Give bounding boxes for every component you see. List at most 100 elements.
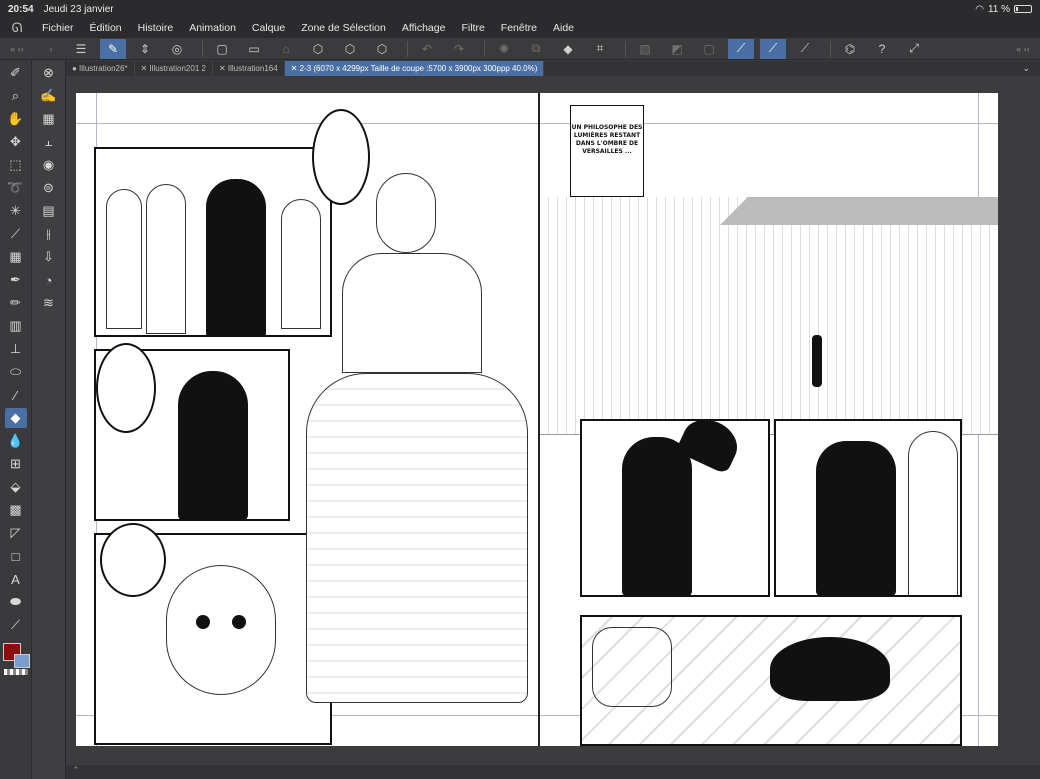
panel-hat-on-floor[interactable] [580,615,962,746]
panel-crowd[interactable] [94,147,332,337]
expand-icon[interactable]: ⌃ [72,765,80,775]
search-icon[interactable]: ⊜ [38,178,60,198]
fill-icon[interactable]: ◆ [555,39,581,59]
pen-icon[interactable]: ✒ [5,270,27,290]
fill-bucket-icon[interactable]: ⊥ [5,339,27,359]
narration-caption[interactable]: UN PHILOSOPHE DES LUMIÈRES RESTANT DANS … [570,105,644,197]
menu-icon[interactable]: ☰ [68,39,94,59]
redo-icon[interactable]: ↷ [446,39,472,59]
collapse-left-2-icon[interactable]: › [34,44,68,54]
hat-icon[interactable]: ⌬ [837,39,863,59]
sub-palette: ⊗ ✍ ▦ ⫠ ◉ ⊜ ▤ ⫲ ⇩ ◔ ≋ [32,60,66,779]
speech-bubble[interactable] [312,109,370,205]
material-icon[interactable]: ▤ [38,201,60,221]
tab-illustration26[interactable]: ● Illustration26* [66,61,135,76]
panel-waving[interactable] [580,419,770,597]
tab-illustration164[interactable]: ✕ Illustration164 [213,61,285,76]
hide-icon[interactable]: ▨ [632,39,658,59]
menu-calque[interactable]: Calque [244,22,293,34]
menu-fenetre[interactable]: Fenêtre [493,22,545,34]
save-icon[interactable]: ⌂ [273,39,299,59]
menu-edition[interactable]: Édition [82,22,130,34]
collapse-right-icon[interactable]: « ‹‹ [1006,44,1040,54]
drops-icon[interactable]: ◔ [38,270,60,290]
export-1-icon[interactable]: ⬡ [305,39,331,59]
airbrush-icon[interactable]: ▥ [5,316,27,336]
tab-illustration2012[interactable]: ✕ Illustration201 2 [135,61,213,76]
edit-pen-icon[interactable]: ✍ [38,86,60,106]
layer-prop-icon[interactable]: ◉ [38,155,60,175]
new-file-icon[interactable]: ▢ [209,39,235,59]
hand-icon[interactable]: ✋ [5,109,27,129]
transform-icon[interactable]: ⧉ [523,39,549,59]
ruler-snap-3-icon[interactable]: ⟋ [792,39,818,59]
menu-histoire[interactable]: Histoire [130,22,182,34]
undo-icon[interactable]: ↶ [414,39,440,59]
balloon-icon[interactable]: ⬬ [5,592,27,612]
menu-filtre[interactable]: Filtre [453,22,492,34]
canvas-workspace[interactable]: UN PHILOSOPHE DES LUMIÈRES RESTANT DANS … [66,76,1040,779]
shape-icon[interactable]: ◸ [5,523,27,543]
chevron-down-icon[interactable]: ⌄ [1022,63,1030,74]
menu-animation[interactable]: Animation [181,22,244,34]
magic-wand-icon[interactable]: ✳ [5,201,27,221]
paint-bucket-icon[interactable]: ⬙ [5,477,27,497]
line-icon[interactable]: ⟋ [5,615,27,635]
grid-icon[interactable]: ▦ [38,109,60,129]
crop-icon[interactable]: ⌗ [587,39,613,59]
help-icon[interactable]: ? [869,39,895,59]
frame-icon[interactable]: ⊞ [5,454,27,474]
speech-bubble[interactable] [96,343,156,433]
eraser-icon[interactable]: ⬭ [5,362,27,382]
navigator-icon[interactable]: ⊗ [38,63,60,83]
updown-icon[interactable]: ⇕ [132,39,158,59]
water-drops-icon[interactable]: 💧 [5,431,27,451]
separator [407,40,408,57]
adjust-icon[interactable]: ⫠ [38,132,60,152]
gradient-icon[interactable]: ▩ [5,500,27,520]
move-icon[interactable]: ✥ [5,132,27,152]
ruler-snap-2-icon[interactable]: ⟋ [760,38,786,59]
zoom-icon[interactable]: ⌕ [5,86,27,106]
snap-icon[interactable]: ✎ [100,38,126,59]
open-folder-icon[interactable]: ▭ [241,39,267,59]
eye [232,615,246,629]
sub-color-swatch[interactable] [14,654,30,668]
tone-icon[interactable]: ⫲ [38,224,60,244]
brush-icon[interactable]: ✐ [5,63,27,83]
loading-icon[interactable]: ✺ [491,39,517,59]
separator [830,40,831,57]
upload-icon[interactable]: ⇩ [38,247,60,267]
menu-zone-selection[interactable]: Zone de Sélection [293,22,394,34]
eyedropper-icon[interactable]: ⟋ [5,224,27,244]
layers-compare-icon[interactable]: ◎ [164,39,190,59]
guide-line [76,123,998,124]
export-3-icon[interactable]: ⬡ [369,39,395,59]
lasso-icon[interactable]: ➰ [5,178,27,198]
app-logo-icon[interactable]: ᘏ [0,20,34,36]
tone-icon[interactable]: ◩ [664,39,690,59]
ruler-snap-1-icon[interactable]: ⟋ [728,38,754,59]
fullscreen-icon[interactable]: ⤢ [901,39,927,59]
pattern-icon[interactable]: ▦ [5,247,27,267]
tab-2-3[interactable]: ✕ 2-3 (6070 x 4299px Taille de coupe :57… [284,61,545,76]
blend-icon[interactable]: ⁄ [5,385,27,405]
speech-bubble[interactable] [100,523,166,597]
panel-bowing[interactable] [774,419,962,597]
silhouette-figure [206,179,266,335]
layers-icon[interactable]: ≋ [38,293,60,313]
export-2-icon[interactable]: ⬡ [337,39,363,59]
text-icon[interactable]: A [5,569,27,589]
collapse-left-icon[interactable]: « ‹‹ [0,44,34,54]
menu-aide[interactable]: Aide [545,22,582,34]
manga-spread[interactable]: UN PHILOSOPHE DES LUMIÈRES RESTANT DANS … [76,93,998,746]
menu-fichier[interactable]: Fichier [34,22,82,34]
marquee-icon[interactable]: ⬚ [5,155,27,175]
pencil-icon[interactable]: ✏ [5,293,27,313]
menu-affichage[interactable]: Affichage [394,22,454,34]
frame-icon[interactable]: ▢ [696,39,722,59]
rectangle-icon[interactable]: □ [5,546,27,566]
main-color-swatch[interactable] [3,643,30,668]
eraser-active-icon[interactable]: ◆ [4,408,27,428]
transparent-color-swatch[interactable] [4,669,28,675]
